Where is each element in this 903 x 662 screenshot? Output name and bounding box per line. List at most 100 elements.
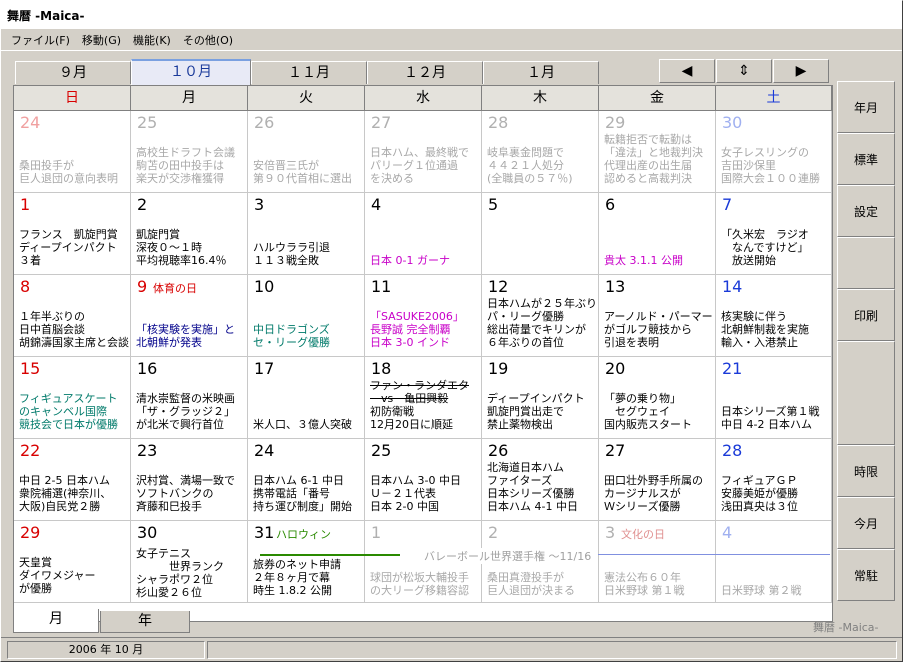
event-line: 日本ハム、最終戦で	[370, 146, 469, 159]
event-line: 桑田投手が	[19, 159, 74, 172]
event-line: 日本ハム 4-1 中日	[487, 500, 578, 513]
day-cell[interactable]: 11 「SASUKE2006」 長野誠 完全制覇 日本 3-0 インド	[365, 275, 482, 357]
day-cell[interactable]: 18 ファン・ランダエタ vs 亀田興毅 初防衛戦 12月20日に順延	[365, 357, 482, 439]
sidebar-settings-button[interactable]: 設定	[837, 185, 895, 237]
day-cell[interactable]: 28 岐阜裏金問題で ４４２１人処分 (全職員の５７％)	[482, 111, 599, 193]
day-cell[interactable]: 22 中日 2-5 日本ハム 衆院補選(神奈川、 大阪)自民党２勝	[14, 439, 131, 521]
day-cell[interactable]: 14 核実験に伴う 北朝鮮制裁を実施 輸入・入港禁止	[716, 275, 832, 357]
day-cell[interactable]: 7 「久米宏 ラジオ なんですけど」 放送開始	[716, 193, 832, 275]
day-number: 13	[605, 277, 626, 296]
tab-month-dec[interactable]: １２月	[367, 61, 483, 84]
day-cell[interactable]: 26 安倍晋三氏が 第９０代首相に選出	[248, 111, 365, 193]
sidebar-year-month-button[interactable]: 年月	[837, 81, 895, 133]
event-list: 日米野球 第２戦	[721, 584, 802, 597]
event-list: 核実験に伴う 北朝鮮制裁を実施 輸入・入港禁止	[721, 310, 809, 349]
weekday-6: 土	[716, 86, 832, 111]
event-line: 初防衛戦	[370, 405, 414, 418]
event-list: 清水崇監督の米映画 「ザ・グラッジ２」 が北米で興行首位	[136, 392, 235, 431]
day-cell[interactable]: 3 ハルウララ引退 １１３戦全敗	[248, 193, 365, 275]
day-cell[interactable]: 26 北海道日本ハム ファイターズ 日本シリーズ優勝 日本ハム 4-1 中日	[482, 439, 599, 521]
day-number: 3	[254, 195, 265, 214]
event-line: 斉藤和巳投手	[136, 500, 202, 513]
day-cell[interactable]: 30 女子レスリングの 吉田沙保里 国際大会１００連勝	[716, 111, 832, 193]
event-list: １年半ぶりの 日中首脳会談 胡錦濤国家主席と会談	[19, 310, 129, 349]
day-cell[interactable]: 31 ハロウィン 旅券のネット申請 ２年８ヶ月で幕 時生 1.8.2 公開	[248, 521, 365, 603]
day-cell[interactable]: 16 清水崇監督の米映画 「ザ・グラッジ２」 が北米で興行首位	[131, 357, 248, 439]
tab-month-nov[interactable]: １１月	[251, 61, 367, 84]
sidebar-standard-button[interactable]: 標準	[837, 133, 895, 185]
menu-function[interactable]: 機能(K)	[127, 32, 177, 48]
weekday-4: 木	[482, 86, 599, 111]
day-cell[interactable]: 9 体育の日 「核実験を実施」と 北朝鮮が発表	[131, 275, 248, 357]
day-cell[interactable]: 10 中日ドラゴンズ セ・リーグ優勝	[248, 275, 365, 357]
day-cell[interactable]: 20 「夢の乗り物」 セグウェイ 国内販売スタート	[599, 357, 716, 439]
day-number: 7	[722, 195, 733, 214]
tab-view-year[interactable]: 年	[100, 611, 190, 633]
prev-month-button[interactable]: ◀	[659, 59, 715, 83]
sidebar-this-month-button[interactable]: 今月	[837, 497, 895, 549]
day-cell[interactable]: 3 文化の日 憲法公布６０年 日米野球 第１戦	[599, 521, 716, 603]
day-cell[interactable]: 24 桑田投手が 巨人退団の意向表明	[14, 111, 131, 193]
day-cell[interactable]: 8 １年半ぶりの 日中首脳会談 胡錦濤国家主席と会談	[14, 275, 131, 357]
day-cell[interactable]: 12 日本ハムが２５年ぶり パ・リーグ優勝 総出荷量でキリンが ６年ぶりの首位	[482, 275, 599, 357]
sidebar-print-button[interactable]: 印刷	[837, 289, 895, 341]
day-number: 28	[722, 441, 743, 460]
scroll-button[interactable]: ⇕	[716, 59, 772, 83]
tab-month-sep[interactable]: ９月	[15, 61, 131, 84]
event-line: (全職員の５７％)	[487, 172, 573, 185]
next-month-button[interactable]: ▶	[773, 59, 829, 83]
event-list: 岐阜裏金問題で ４４２１人処分 (全職員の５７％)	[487, 146, 573, 185]
holiday-label: ハロウィン	[276, 528, 331, 541]
sidebar-blank-2-button[interactable]	[837, 341, 895, 445]
event-line: カージナルスが	[604, 487, 681, 500]
day-cell[interactable]: 29 転籍拒否で転勤は 「違法」と地裁判決 代理出産の出生届 認めると高裁判決	[599, 111, 716, 193]
tab-month-jan[interactable]: １月	[483, 61, 599, 84]
event-line: 貴太 3.1.1 公開	[604, 254, 683, 267]
day-cell[interactable]: 24 日本ハム 6-1 中日 携帯電話「番号 持ち運び制度」開始	[248, 439, 365, 521]
day-cell[interactable]: 5	[482, 193, 599, 275]
day-cell[interactable]: 27 日本ハム、最終戦で パリーグ１位通過 を決める	[365, 111, 482, 193]
day-cell[interactable]: 13 アーノルド・パーマー がゴルフ競技から 引退を表明	[599, 275, 716, 357]
sidebar-time-limit-button[interactable]: 時限	[837, 445, 895, 497]
event-line: ソフトバンクの	[136, 487, 214, 500]
event-list: 日本ハム、最終戦で パリーグ１位通過 を決める	[370, 146, 469, 185]
day-cell[interactable]: 23 沢村賞、満場一致で ソフトバンクの 斉藤和巳投手	[131, 439, 248, 521]
sidebar-resident-button[interactable]: 常駐	[837, 549, 895, 601]
event-list: ファン・ランダエタ vs 亀田興毅 初防衛戦 12月20日に順延	[370, 379, 469, 431]
day-number: 18	[371, 359, 392, 378]
menu-file[interactable]: ファイル(F)	[5, 32, 76, 48]
tab-month-oct[interactable]: １０月	[131, 59, 251, 85]
day-cell[interactable]: 4 日米野球 第２戦	[716, 521, 832, 603]
sidebar-blank-1-button[interactable]	[837, 237, 895, 289]
event-list: 「核実験を実施」と 北朝鮮が発表	[136, 323, 235, 349]
day-cell[interactable]: 19 ディープインパクト 凱旋門賞出走で 禁止薬物検出	[482, 357, 599, 439]
day-cell[interactable]: 4 日本 0-1 ガーナ	[365, 193, 482, 275]
weekday-3: 水	[365, 86, 482, 111]
day-cell[interactable]: 17 米人口、３億人突破	[248, 357, 365, 439]
event-line: 日本ハム 6-1 中日	[253, 474, 344, 487]
event-list: 中日 2-5 日本ハム 衆院補選(神奈川、 大阪)自民党２勝	[19, 474, 111, 513]
day-cell[interactable]: 25 高校生ドラフト会議 駒苫の田中投手は 楽天が交渉権獲得	[131, 111, 248, 193]
day-cell[interactable]: 27 田口壮外野手所属の カージナルスが Ｗシリーズ優勝	[599, 439, 716, 521]
day-cell[interactable]: 25 日本ハム 3-0 中日 Ｕ－２１代表 日本 2-0 中国	[365, 439, 482, 521]
day-cell[interactable]: 21 日本シリーズ第１戦 中日 4-2 日本ハム	[716, 357, 832, 439]
event-list: 日本シリーズ第１戦 中日 4-2 日本ハム	[721, 405, 819, 431]
day-cell[interactable]: 1 フランス 凱旋門賞 ディープインパクト ３着	[14, 193, 131, 275]
day-number: 27	[605, 441, 626, 460]
menu-move[interactable]: 移動(G)	[76, 32, 127, 48]
holiday-label: 体育の日	[153, 282, 197, 295]
event-line: 輸入・入港禁止	[721, 336, 798, 349]
tab-view-month[interactable]: 月	[13, 609, 99, 633]
day-cell[interactable]: 28 フィギュアＧＰ 安藤美姫が優勝 浅田真央は３位	[716, 439, 832, 521]
day-cell[interactable]: 2 凱旋門賞 深夜０～１時 平均視聴率16.4％	[131, 193, 248, 275]
day-cell[interactable]: 15 フィギュアスケート のキャンベル国際 競技会で日本が優勝	[14, 357, 131, 439]
menu-other[interactable]: その他(O)	[177, 32, 239, 48]
day-cell[interactable]: 30 女子テニス 世界ランク シャラポワ２位 杉山愛２６位	[131, 521, 248, 603]
day-cell[interactable]: 6 貴太 3.1.1 公開	[599, 193, 716, 275]
event-line: パ・リーグ優勝	[487, 310, 564, 323]
event-line: ３着	[19, 254, 41, 267]
event-list: 高校生ドラフト会議 駒苫の田中投手は 楽天が交渉権獲得	[136, 146, 235, 185]
event-line: なんですけど」	[721, 241, 809, 254]
event-list: ディープインパクト 凱旋門賞出走で 禁止薬物検出	[487, 392, 585, 431]
day-cell[interactable]: 29 天皇賞 ダイワメジャー が優勝	[14, 521, 131, 603]
